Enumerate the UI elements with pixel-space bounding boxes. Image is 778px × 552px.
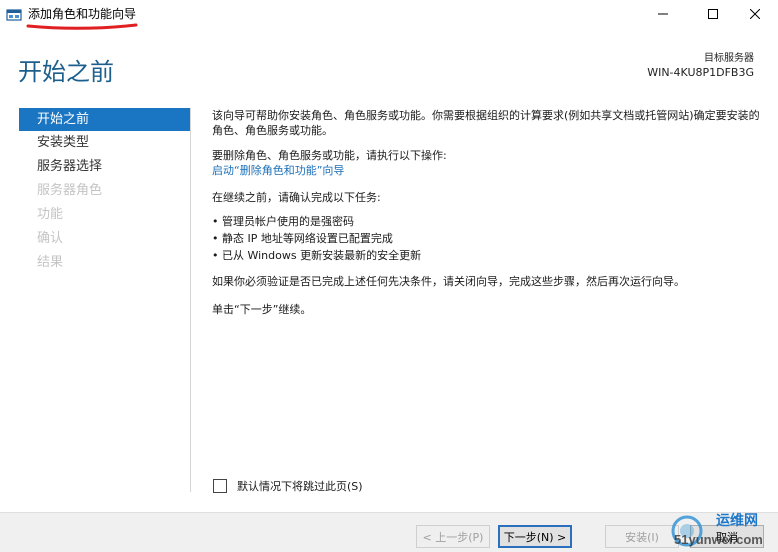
maximize-icon [708, 9, 718, 19]
remove-roles-wizard-link[interactable]: 启动“删除角色和功能”向导 [212, 164, 344, 177]
nav-item-server-selection[interactable]: 服务器选择 [19, 155, 190, 179]
watermark-title: 运维网 [716, 512, 758, 528]
window-title: 添加角色和功能向导 [28, 7, 137, 21]
close-icon [750, 9, 760, 19]
minimize-icon [658, 13, 668, 15]
wizard-content: 该向导可帮助你安装角色、角色服务或功能。你需要根据组织的计算要求(例如共享文档或… [212, 108, 764, 327]
sidebar-divider [190, 108, 191, 492]
list-item: 管理员帐户使用的是强密码 [212, 213, 764, 230]
wizard-steps-nav: 开始之前 安装类型 服务器选择 服务器角色 功能 确认 结果 [19, 108, 190, 275]
skip-page-label[interactable]: 默认情况下将跳过此页(S) [237, 478, 363, 494]
red-annotation-underline [26, 23, 138, 30]
target-server-name: WIN-4KU8P1DFB3G [647, 66, 754, 79]
list-item: 已从 Windows 更新安装最新的安全更新 [212, 247, 764, 264]
nav-item-features: 功能 [37, 207, 64, 222]
remove-instructions: 要删除角色、角色服务或功能，请执行以下操作: 启动“删除角色和功能”向导 [212, 148, 764, 178]
verify-text: 如果你必须验证是否已完成上述任何先决条件，请关闭向导，完成这些步骤，然后再次运行… [212, 275, 685, 288]
nav-item-installation-type[interactable]: 安装类型 [19, 131, 190, 155]
remove-text: 要删除角色、角色服务或功能，请执行以下操作: [212, 149, 447, 162]
skip-page-checkbox[interactable] [213, 479, 227, 493]
nav-item-server-roles: 服务器角色 [37, 183, 103, 198]
target-server-label: 目标服务器 [704, 53, 754, 64]
target-server-info: 目标服务器 WIN-4KU8P1DFB3G [647, 52, 754, 80]
wizard-footer: < 上一步(P) 下一步(N) > 安装(I) 取消 [0, 512, 778, 552]
task-list: 管理员帐户使用的是强密码 静态 IP 地址等网络设置已配置完成 已从 Windo… [212, 213, 764, 264]
nav-item-before-you-begin[interactable]: 开始之前 [19, 108, 190, 131]
next-button[interactable]: 下一步(N) > [498, 525, 572, 548]
server-manager-icon [6, 6, 22, 21]
title-bar: 添加角色和功能向导 [0, 0, 778, 30]
close-button[interactable] [732, 0, 778, 28]
nav-item-confirmation: 确认 [37, 231, 64, 246]
skip-page-option: 默认情况下将跳过此页(S) [213, 478, 363, 494]
next-instruction-text: 单击“下一步”继续。 [212, 303, 312, 316]
confirm-text: 在继续之前，请确认完成以下任务: [212, 191, 381, 204]
page-title: 开始之前 [18, 58, 114, 86]
maximize-button[interactable] [690, 0, 736, 28]
intro-text: 该向导可帮助你安装角色、角色服务或功能。你需要根据组织的计算要求(例如共享文档或… [212, 109, 760, 137]
watermark-domain: 51yunwei.com [674, 532, 763, 547]
previous-button[interactable]: < 上一步(P) [416, 525, 490, 548]
nav-item-results: 结果 [37, 255, 64, 270]
minimize-button[interactable] [640, 0, 686, 28]
site-watermark: 运维网 51yunwei.com [668, 508, 778, 552]
list-item: 静态 IP 地址等网络设置已配置完成 [212, 230, 764, 247]
